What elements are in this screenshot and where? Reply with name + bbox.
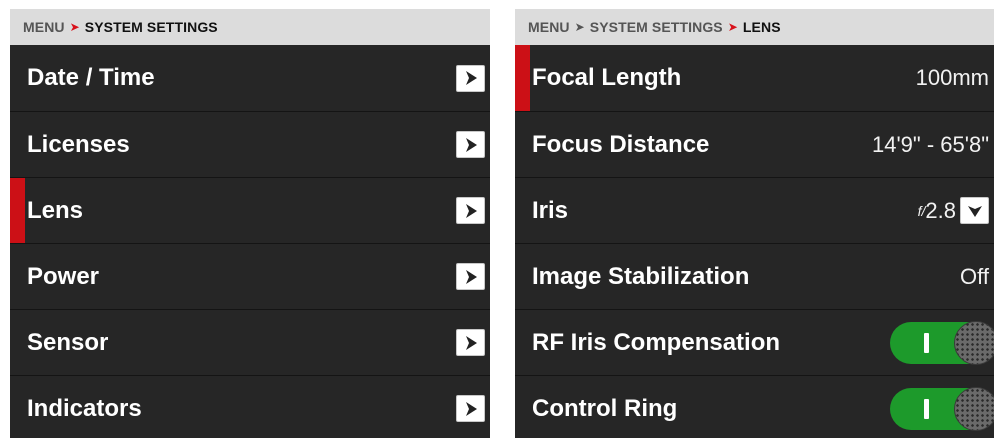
breadcrumb-middle[interactable]: SYSTEM SETTINGS <box>590 19 723 35</box>
selection-marker <box>515 45 530 111</box>
chevron-right-icon[interactable] <box>456 197 485 224</box>
chevron-right-icon[interactable] <box>456 131 485 158</box>
chevron-right-icon[interactable] <box>456 395 485 422</box>
toggle-knob[interactable] <box>954 320 994 365</box>
menu-item-label: Date / Time <box>27 64 155 91</box>
control-ring-toggle[interactable] <box>890 386 994 431</box>
menu-item-power[interactable]: Power <box>10 243 490 309</box>
toggle-on-indicator <box>924 398 929 419</box>
toggle-on-indicator <box>924 332 929 353</box>
setting-focal-length: Focal Length 100mm <box>515 45 994 111</box>
system-settings-panel: MENU ➤ SYSTEM SETTINGS Date / Time Licen… <box>10 9 490 438</box>
breadcrumb-separator-icon: ➤ <box>69 20 80 34</box>
lens-settings-panel: MENU ➤ SYSTEM SETTINGS ➤ LENS Focal Leng… <box>515 9 994 438</box>
menu-item-sensor[interactable]: Sensor <box>10 309 490 375</box>
image-stabilization-value[interactable]: Off <box>960 264 989 290</box>
chevron-down-icon[interactable] <box>960 197 989 224</box>
f-stop-symbol: f/ <box>917 202 926 219</box>
menu-item-label: Power <box>27 262 100 290</box>
breadcrumb-separator-icon: ➤ <box>574 20 585 34</box>
breadcrumb: MENU ➤ SYSTEM SETTINGS ➤ LENS <box>515 9 994 45</box>
focal-length-value: 100mm <box>915 65 989 90</box>
setting-iris[interactable]: Iris f/ 2.8 <box>515 177 994 243</box>
breadcrumb-root[interactable]: MENU <box>23 19 65 35</box>
breadcrumb-current: SYSTEM SETTINGS <box>84 19 218 35</box>
menu-item-label: Sensor <box>27 328 109 356</box>
menu-item-lens[interactable]: Lens <box>10 177 490 244</box>
setting-label: Focal Length <box>532 64 682 91</box>
menu-item-date-time[interactable]: Date / Time <box>10 45 490 111</box>
toggle-knob[interactable] <box>954 386 994 431</box>
selection-marker <box>10 178 25 244</box>
chevron-right-icon[interactable] <box>456 64 485 92</box>
iris-number: 2.8 <box>925 197 956 223</box>
setting-image-stabilization[interactable]: Image Stabilization Off <box>515 243 994 309</box>
chevron-right-icon[interactable] <box>456 263 485 290</box>
setting-label: Focus Distance <box>532 130 710 158</box>
setting-rf-iris-compensation[interactable]: RF Iris Compensation <box>515 309 994 375</box>
breadcrumb: MENU ➤ SYSTEM SETTINGS <box>10 9 490 45</box>
menu-item-label: Lens <box>27 196 84 224</box>
menu-item-label: Licenses <box>27 130 130 158</box>
setting-label: Iris <box>532 196 569 224</box>
menu-item-indicators[interactable]: Indicators <box>10 375 490 438</box>
breadcrumb-root[interactable]: MENU <box>528 19 570 35</box>
chevron-right-icon[interactable] <box>456 329 485 356</box>
breadcrumb-current: LENS <box>742 19 781 35</box>
setting-label: RF Iris Compensation <box>532 328 781 356</box>
setting-label: Image Stabilization <box>532 262 750 290</box>
iris-value[interactable]: f/ 2.8 <box>918 197 989 224</box>
menu-item-label: Indicators <box>27 394 142 422</box>
setting-label: Control Ring <box>532 394 678 422</box>
focus-distance-value: 14'9" - 65'8" <box>872 131 989 157</box>
menu-item-licenses[interactable]: Licenses <box>10 111 490 177</box>
rf-iris-compensation-toggle[interactable] <box>890 320 994 365</box>
setting-control-ring[interactable]: Control Ring <box>515 375 994 438</box>
setting-focus-distance: Focus Distance 14'9" - 65'8" <box>515 111 994 177</box>
breadcrumb-separator-icon: ➤ <box>727 20 738 34</box>
